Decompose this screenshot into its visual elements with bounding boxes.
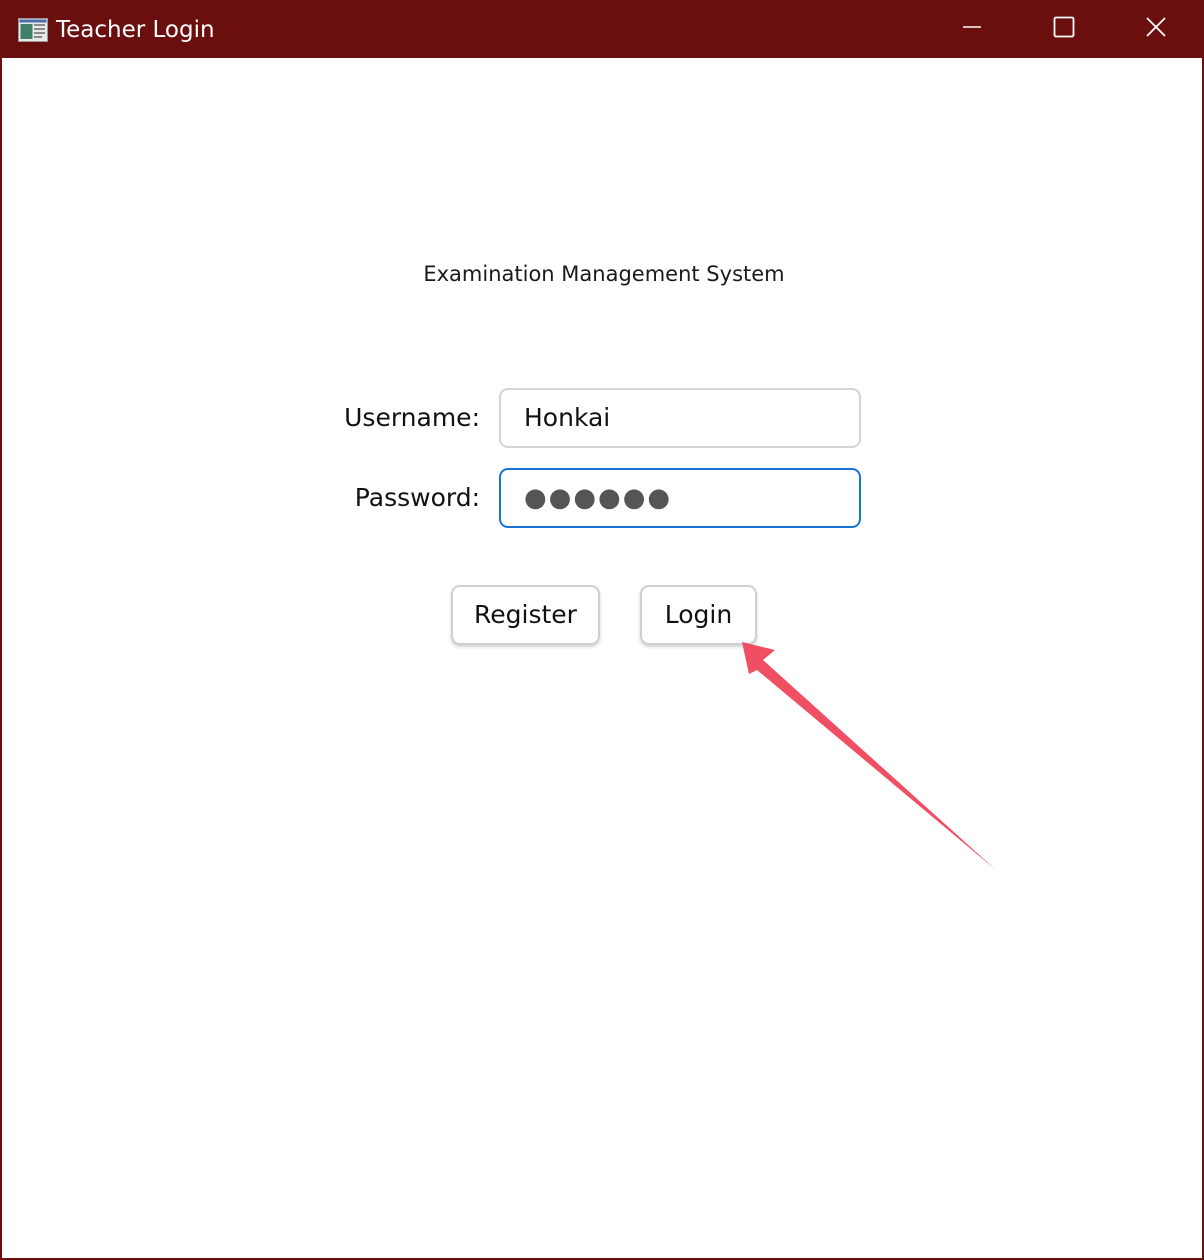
password-input[interactable]: ●●●●●● (499, 468, 861, 528)
login-button[interactable]: Login (640, 585, 757, 645)
minimize-icon (962, 17, 982, 41)
maximize-icon (1053, 16, 1075, 42)
title-bar[interactable]: Teacher Login (2, 0, 1204, 58)
teacher-login-window: Teacher Login Examination Management Sys… (0, 0, 1204, 1260)
maximize-button[interactable] (1018, 0, 1110, 58)
page-heading: Examination Management System (423, 262, 785, 286)
register-button[interactable]: Register (451, 585, 600, 645)
username-input[interactable]: Honkai (499, 388, 861, 448)
app-window-icon (18, 18, 48, 42)
window-title: Teacher Login (56, 17, 215, 43)
close-icon (1145, 16, 1167, 42)
pointer-arrow-icon (742, 642, 996, 870)
password-label: Password: (354, 483, 480, 512)
username-label: Username: (344, 403, 480, 432)
minimize-button[interactable] (926, 0, 1018, 58)
close-button[interactable] (1110, 0, 1202, 58)
